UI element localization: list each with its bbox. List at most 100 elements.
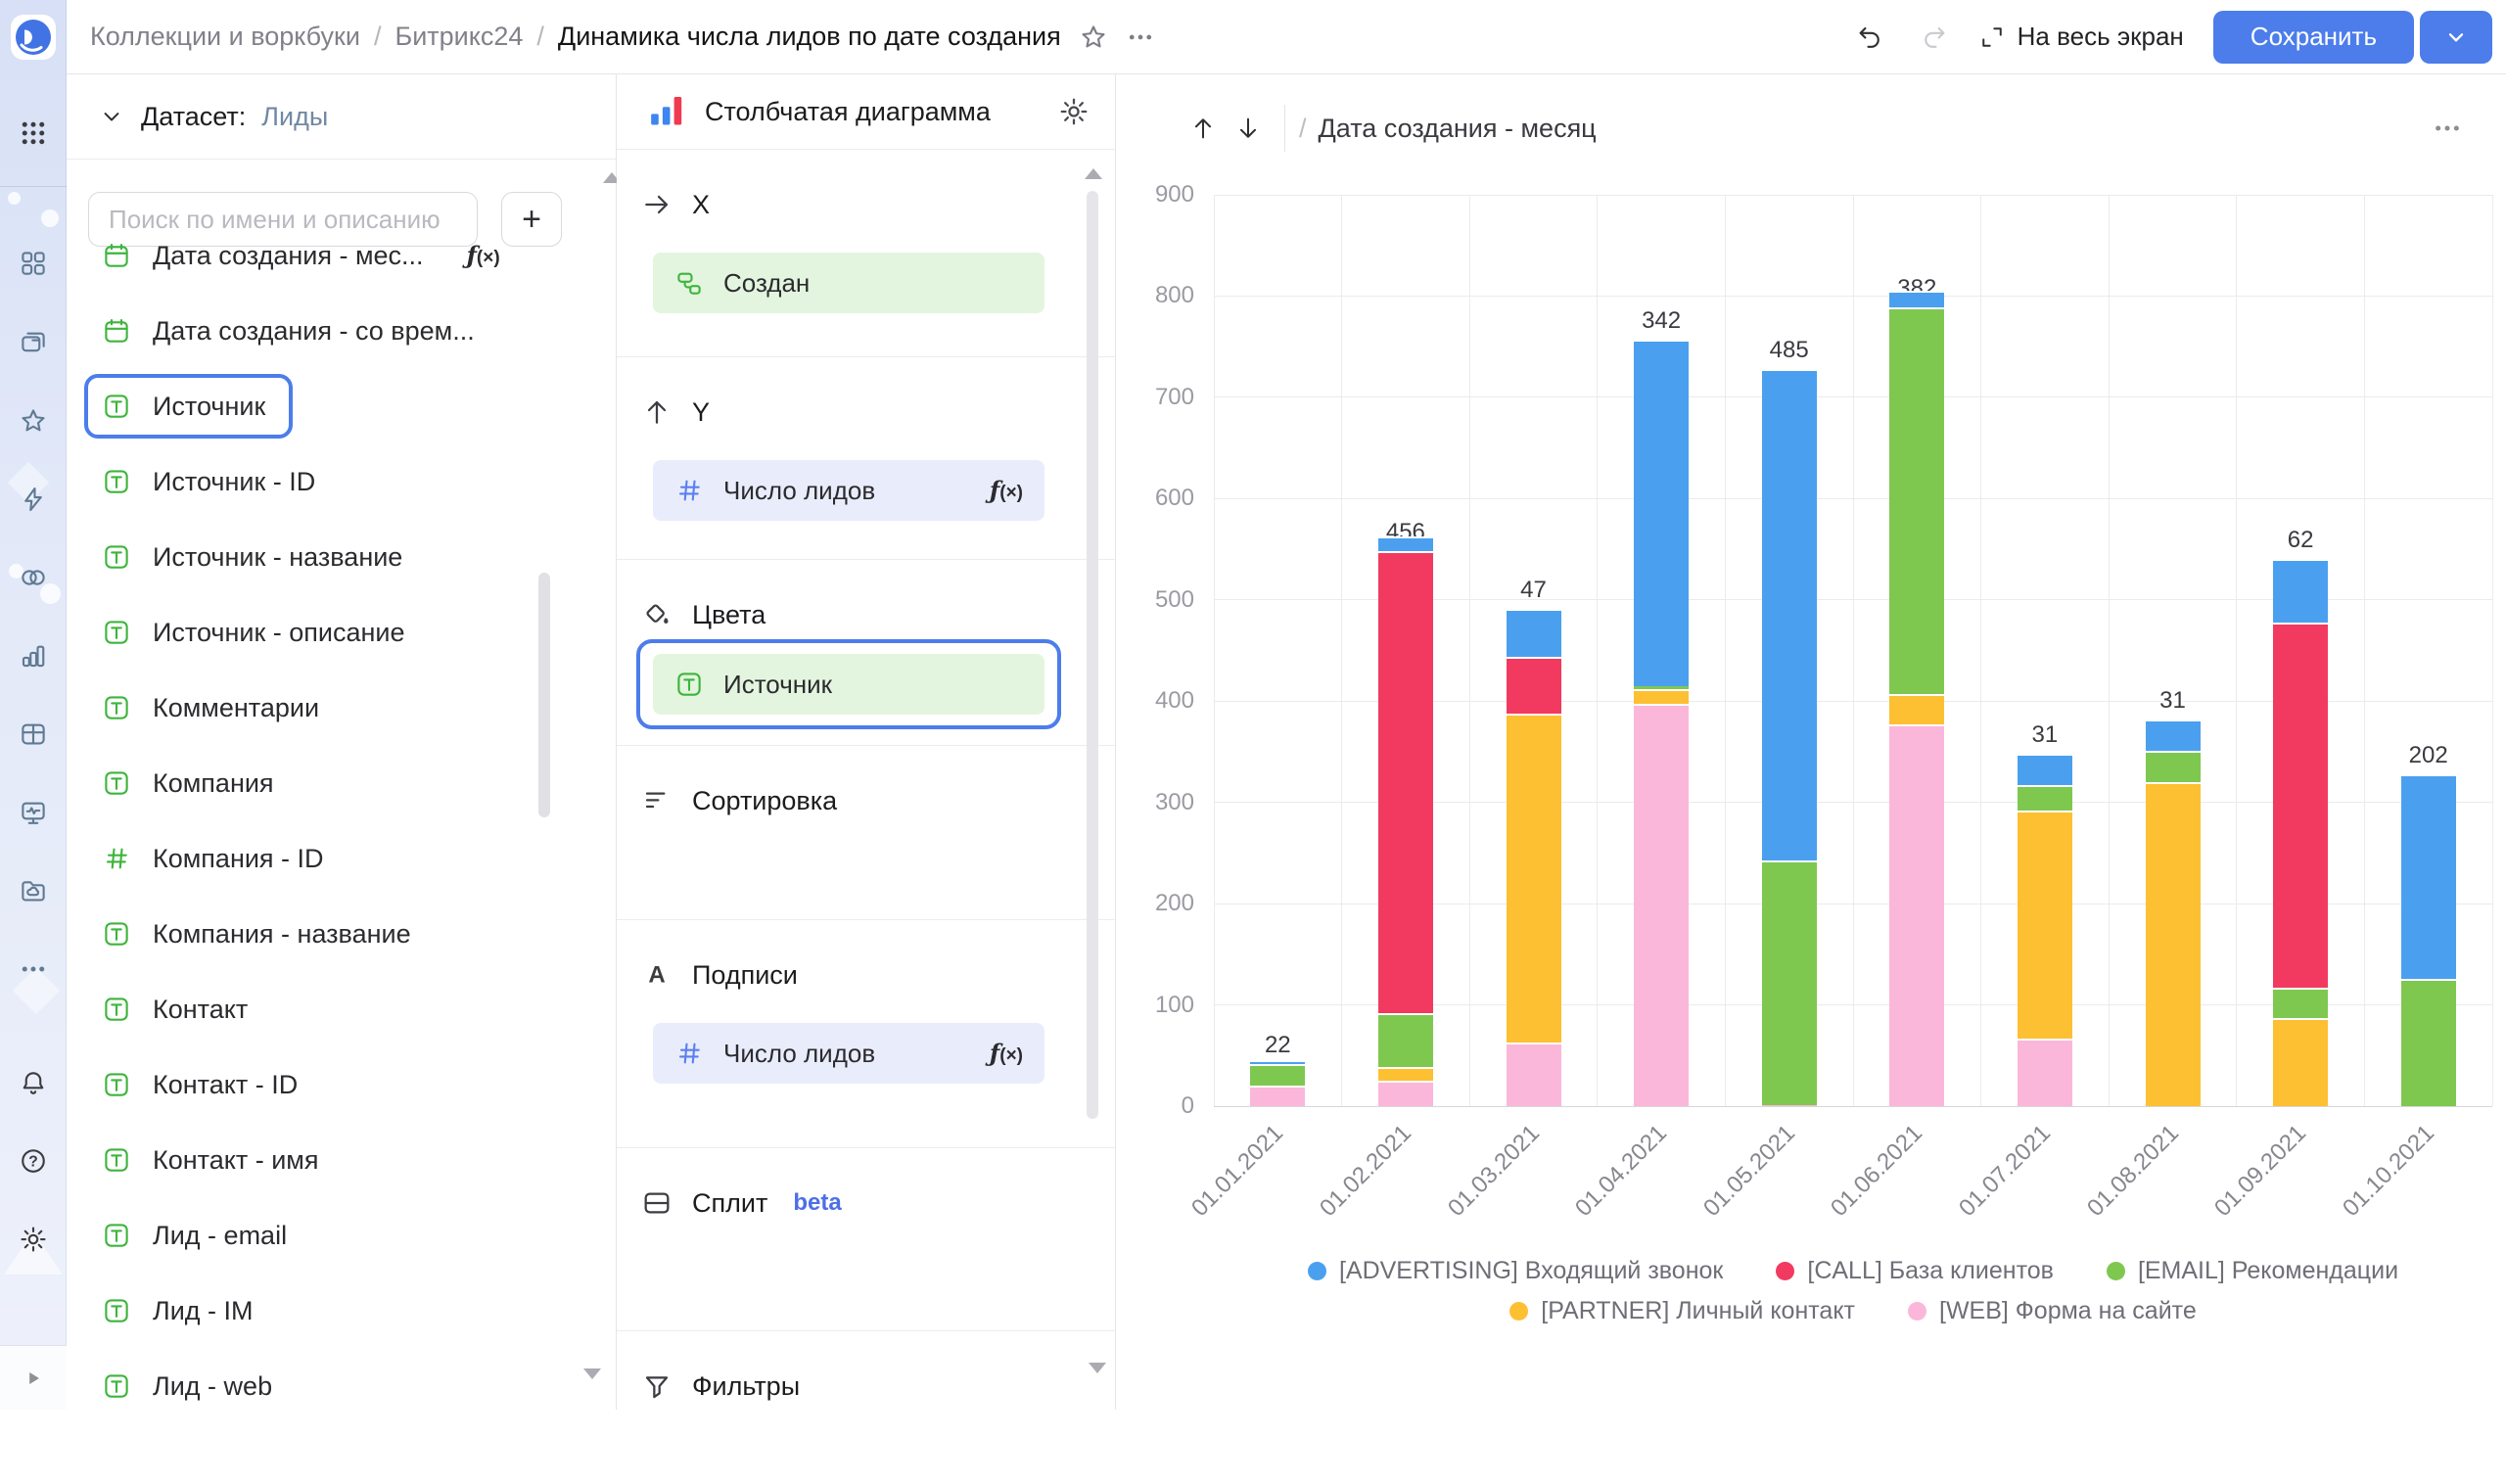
linked-circles-icon[interactable]: [10, 554, 57, 601]
pill-источник[interactable]: Источник: [653, 654, 1044, 715]
redo-button[interactable]: [1914, 17, 1955, 58]
column-chart-type-icon[interactable]: [648, 93, 685, 130]
bar-segment[interactable]: [1634, 340, 1689, 686]
bar-segment[interactable]: [1507, 657, 1561, 714]
star-icon[interactable]: [1079, 23, 1108, 52]
bar-segment[interactable]: [1634, 704, 1689, 1106]
dataset-field-row[interactable]: Лид - IM: [67, 1274, 595, 1348]
dataset-header[interactable]: Датасет: Лиды: [67, 74, 616, 160]
config-scrollbar-thumb[interactable]: [1087, 191, 1098, 1119]
dataset-field-row[interactable]: Компания - ID: [67, 821, 595, 896]
breadcrumb-workbook[interactable]: Битрикс24: [394, 22, 523, 52]
undo-button[interactable]: [1849, 17, 1890, 58]
gear-icon[interactable]: [10, 1216, 57, 1263]
bar-segment[interactable]: [1250, 1086, 1305, 1106]
dataset-field-row[interactable]: Дата создания - мес...ƒ(×): [67, 218, 595, 293]
legend-item[interactable]: [EMAIL] Рекомендации: [2107, 1257, 2398, 1285]
bar-segment[interactable]: [1634, 686, 1689, 689]
bar-segment[interactable]: [2401, 979, 2456, 1106]
scroll-up-indicator[interactable]: [1085, 168, 1102, 179]
chart-type-label[interactable]: Столбчатая диаграмма: [705, 97, 1039, 127]
sort-descending-icon[interactable]: [1226, 106, 1271, 151]
dataset-name-link[interactable]: Лиды: [261, 102, 328, 132]
bar-segment[interactable]: [2146, 719, 2201, 751]
monitor-pulse-icon[interactable]: [10, 789, 57, 836]
bar-segment[interactable]: [1507, 714, 1561, 1043]
dataset-field-row[interactable]: Контакт: [67, 972, 595, 1046]
bar-segment[interactable]: [1250, 1062, 1305, 1064]
dataset-field-row[interactable]: Контакт - ID: [67, 1047, 595, 1122]
bar-segment[interactable]: [1250, 1064, 1305, 1087]
dataset-field-row[interactable]: Лид - web: [67, 1349, 595, 1423]
dataset-field-row[interactable]: Компания - название: [67, 897, 595, 971]
bar-segment[interactable]: [1762, 369, 1817, 860]
apps-grid-icon[interactable]: [10, 110, 57, 157]
bar-segment[interactable]: [1378, 551, 1433, 1013]
fullscreen-button[interactable]: На весь экран: [1978, 22, 2184, 52]
sort-ascending-icon[interactable]: [1181, 106, 1226, 151]
x-axis-field-breadcrumb[interactable]: / Дата создания - месяц: [1299, 114, 1597, 144]
bar-segment[interactable]: [1378, 1013, 1433, 1067]
dataset-field-row[interactable]: Контакт - имя: [67, 1123, 595, 1197]
bar-segment[interactable]: [2146, 782, 2201, 1106]
bar-segment[interactable]: [1889, 724, 1944, 1106]
legend-item[interactable]: [PARTNER] Личный контакт: [1509, 1297, 1855, 1325]
question-icon[interactable]: ?: [10, 1137, 57, 1184]
collapse-panel-button[interactable]: [0, 1345, 67, 1410]
bar-segment[interactable]: [2018, 754, 2072, 785]
bar-segment[interactable]: [1762, 860, 1817, 1105]
bar-segment[interactable]: [1507, 1043, 1561, 1106]
save-dropdown-button[interactable]: [2420, 11, 2492, 64]
bar-segment[interactable]: [2401, 774, 2456, 979]
gridline-vertical: [1725, 195, 1726, 1106]
breadcrumb-collections[interactable]: Коллекции и воркбуки: [90, 22, 360, 52]
layout-squares-icon[interactable]: [10, 240, 57, 287]
bar-segment[interactable]: [1634, 689, 1689, 705]
dataset-field-row[interactable]: Компания: [67, 746, 595, 820]
bar-segment[interactable]: [2273, 559, 2328, 622]
scroll-down-indicator[interactable]: [583, 1368, 601, 1379]
legend-item[interactable]: [ADVERTISING] Входящий звонок: [1308, 1257, 1723, 1285]
bar-segment[interactable]: [1378, 1067, 1433, 1081]
star-icon[interactable]: [10, 397, 57, 444]
scroll-down-indicator[interactable]: [1089, 1363, 1106, 1373]
collections-icon[interactable]: [10, 319, 57, 366]
bar-segment[interactable]: [1889, 307, 1944, 694]
legend-item[interactable]: [WEB] Форма на сайте: [1908, 1297, 2197, 1325]
dataset-field-row[interactable]: Источник: [67, 369, 595, 443]
chart-menu-ellipsis-icon[interactable]: [2432, 113, 2463, 144]
bar-segment[interactable]: [1507, 609, 1561, 657]
bar-segment[interactable]: [2273, 1018, 2328, 1106]
dataset-field-row[interactable]: Дата создания - со врем...: [67, 294, 595, 368]
dataset-field-row[interactable]: Источник - ID: [67, 444, 595, 519]
bar-segment[interactable]: [1378, 536, 1433, 552]
pill-число-лидов[interactable]: Число лидовƒ(×): [653, 1023, 1044, 1084]
bar-segment[interactable]: [1889, 694, 1944, 724]
dataset-field-row[interactable]: Источник - описание: [67, 595, 595, 670]
bar-segment[interactable]: [1378, 1081, 1433, 1106]
dataset-field-row[interactable]: Лид - email: [67, 1198, 595, 1273]
bar-chart-icon[interactable]: [10, 632, 57, 679]
table-icon[interactable]: [10, 711, 57, 758]
cloud-folder-icon[interactable]: [10, 867, 57, 914]
pill-создан[interactable]: Создан: [653, 253, 1044, 313]
bar-segment[interactable]: [2018, 785, 2072, 811]
legend-item[interactable]: [CALL] База клиентов: [1776, 1257, 2054, 1285]
bar-segment[interactable]: [1889, 291, 1944, 307]
bar-segment[interactable]: [2273, 623, 2328, 988]
bar-segment[interactable]: [2018, 1039, 2072, 1106]
pill-число-лидов[interactable]: Число лидовƒ(×): [653, 460, 1044, 521]
lightning-icon[interactable]: [10, 476, 57, 523]
dataset-field-row[interactable]: Источник - название: [67, 520, 595, 594]
bar-segment[interactable]: [2018, 811, 2072, 1039]
bar-segment[interactable]: [2146, 751, 2201, 782]
bell-icon[interactable]: [10, 1059, 57, 1106]
bar-segment[interactable]: [2273, 988, 2328, 1018]
datalens-logo[interactable]: [10, 14, 57, 61]
ellipsis-icon[interactable]: [10, 946, 57, 993]
dataset-field-row[interactable]: Комментарии: [67, 671, 595, 745]
fields-scrollbar-thumb[interactable]: [538, 573, 550, 817]
ellipsis-icon[interactable]: [1126, 23, 1155, 52]
save-button[interactable]: Сохранить: [2213, 11, 2414, 64]
chart-settings-gear-icon[interactable]: [1058, 96, 1090, 127]
